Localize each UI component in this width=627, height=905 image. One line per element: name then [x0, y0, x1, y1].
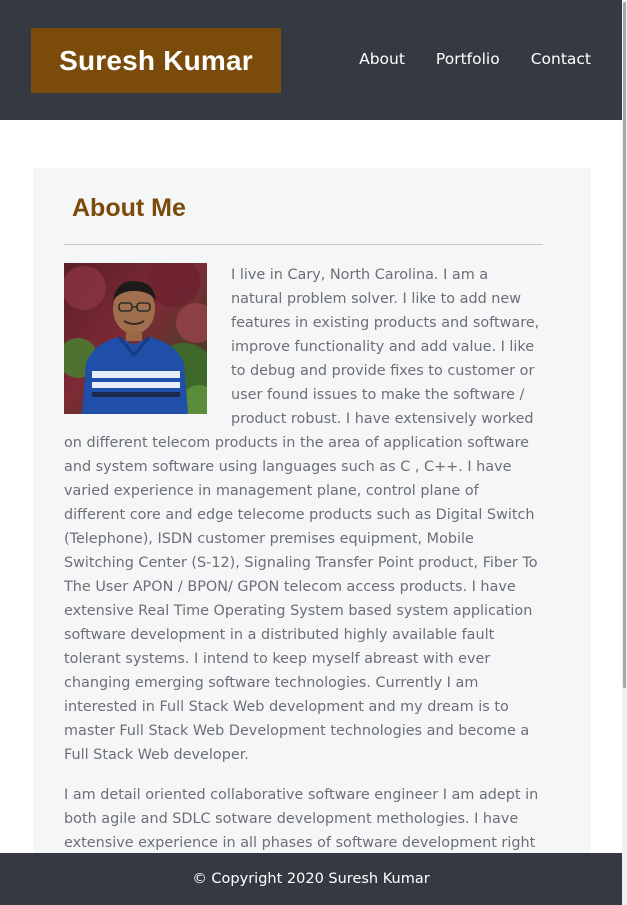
- nav-link-about[interactable]: About: [359, 50, 405, 68]
- site-footer: © Copyright 2020 Suresh Kumar: [0, 853, 622, 905]
- nav-link-contact[interactable]: Contact: [531, 50, 591, 68]
- about-title: About Me: [72, 194, 186, 222]
- brand-logo[interactable]: Suresh Kumar: [31, 28, 281, 93]
- about-card: About Me I live in Cary, North Carolina.…: [33, 168, 591, 905]
- copyright-text: © Copyright 2020 Suresh Kumar: [192, 871, 430, 887]
- site-header: Suresh Kumar About Portfolio Contact: [0, 0, 622, 120]
- nav-link-portfolio[interactable]: Portfolio: [436, 50, 500, 68]
- main-nav: About Portfolio Contact: [328, 50, 591, 68]
- brand-name: Suresh Kumar: [59, 44, 253, 76]
- about-paragraph: I am detail oriented collaborative softw…: [64, 787, 539, 851]
- page-scrollbar[interactable]: [622, 0, 627, 905]
- profile-photo: [64, 263, 207, 414]
- title-divider: [64, 244, 543, 245]
- scrollbar-thumb[interactable]: [623, 2, 626, 688]
- about-content: I live in Cary, North Carolina. I am a n…: [64, 263, 543, 871]
